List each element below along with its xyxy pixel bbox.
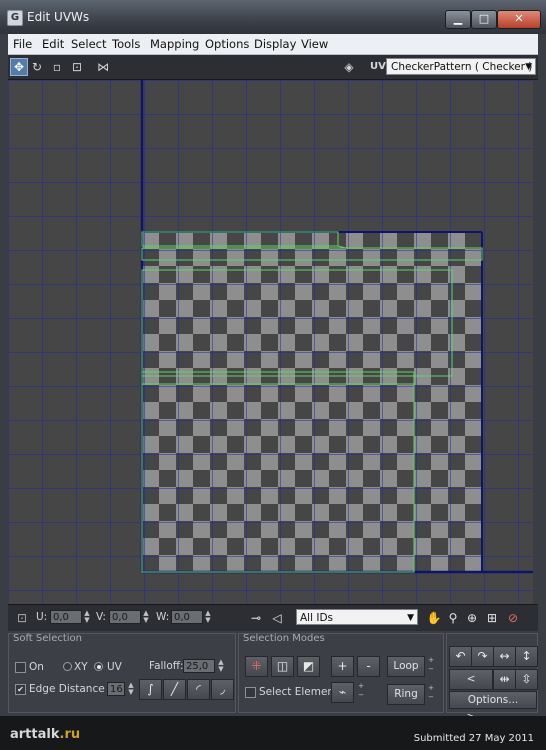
weld-vertical-icon[interactable]: ⇳	[515, 669, 538, 690]
falloff-smooth-icon[interactable]: ∫	[139, 679, 162, 700]
xy-radio[interactable]	[63, 662, 72, 671]
menu-edit[interactable]: Edit	[42, 37, 64, 51]
falloff-slow-out-icon[interactable]: ◜	[187, 679, 210, 700]
edge-distance-checkbox[interactable]: ✔	[15, 684, 26, 695]
texture-dropdown-value: CheckerPattern ( Checker )	[391, 61, 533, 73]
u-spinner[interactable]: ▲ ▼	[83, 610, 91, 624]
uv-canvas[interactable]	[8, 80, 533, 604]
w-spinner[interactable]: ▲ ▼	[204, 610, 212, 624]
uv-radio[interactable]	[94, 662, 103, 671]
texture-dropdown[interactable]: CheckerPattern ( Checker ) ▼	[386, 58, 536, 75]
rotate-ccw-icon[interactable]: ↶	[449, 646, 472, 667]
checker-map-icon[interactable]: ◈	[340, 58, 358, 76]
falloff-spinner[interactable]: ▲ ▼	[217, 659, 225, 673]
soft-selection-title: Soft Selection	[13, 633, 82, 644]
paint-size-spinner[interactable]: + −	[357, 682, 365, 701]
v-spinner[interactable]: ▲ ▼	[142, 610, 150, 624]
move-icon[interactable]: ✥	[10, 58, 28, 76]
paint-select-icon[interactable]: ⌁	[331, 682, 354, 703]
grow-selection-button[interactable]: +	[331, 656, 354, 677]
zoom-extents-icon[interactable]: ⊞	[484, 610, 500, 626]
submitted-date: Submitted 27 May 2011	[413, 733, 534, 744]
logo-text: arttalk	[10, 727, 60, 742]
rotate-cw-icon[interactable]: ↷	[471, 646, 494, 667]
menu-file[interactable]: File	[13, 37, 32, 51]
select-element-label: Select Element	[259, 686, 339, 698]
title-bar[interactable]: G Edit UVWs ▁ □ ✕	[0, 0, 546, 34]
chevron-down-icon: ▼	[525, 62, 532, 72]
soft-selection-panel: Soft Selection On XY UV Falloff: 25,0 ▲ ▼…	[8, 633, 236, 713]
u-field[interactable]: 0,0	[50, 610, 82, 624]
top-toolbar: ✥ ↻ ▫ ⊡ ⋈ ◈ UV CheckerPattern ( Checker …	[8, 55, 538, 80]
arttalk-logo: arttalk.ru	[10, 727, 80, 742]
pan-hand-icon[interactable]: ✋	[426, 610, 442, 626]
edit-uvws-window: G Edit UVWs ▁ □ ✕ File Edit Select Tools…	[0, 0, 546, 750]
uv-label: UV	[370, 61, 386, 72]
stitch-button[interactable]: < Stitch >	[449, 669, 493, 723]
vertex-mode-icon[interactable]: ⁜	[245, 656, 268, 677]
selection-modes-title: Selection Modes	[243, 633, 325, 644]
selection-modes-panel: Selection Modes ⁜ ◫ ◩ + - Loop + − Select…	[238, 633, 444, 713]
options-button[interactable]: Options...	[449, 691, 537, 709]
ring-button[interactable]: Ring	[387, 684, 425, 705]
ring-spinner[interactable]: + −	[427, 684, 435, 703]
loop-button[interactable]: Loop	[387, 656, 425, 677]
zoom-icon[interactable]: ⚲	[445, 610, 461, 626]
v-field[interactable]: 0,0	[109, 610, 141, 624]
falloff-linear-icon[interactable]: ╱	[163, 679, 186, 700]
bottom-bar: ⊡ U: 0,0 ▲ ▼ V: 0,0 ▲ ▼ W: 0,0 ▲ ▼ ⊸ ◁ All …	[8, 604, 538, 631]
snap-icon[interactable]: ⊘	[505, 610, 521, 626]
freeform-icon[interactable]: ⊡	[68, 58, 86, 76]
uv-editor-viewport[interactable]	[8, 80, 533, 604]
w-field[interactable]: 0,0	[171, 610, 203, 624]
rotate-icon[interactable]: ↻	[28, 58, 46, 76]
mirror-icon[interactable]: ⋈	[94, 58, 112, 76]
falloff-field[interactable]: 25,0	[183, 659, 215, 673]
menu-bar: File Edit Select Tools Mapping Options D…	[8, 34, 538, 55]
absolute-offset-icon[interactable]: ⊡	[14, 610, 30, 626]
menu-select[interactable]: Select	[71, 37, 106, 51]
edge-mode-icon[interactable]: ◫	[271, 656, 294, 677]
soft-selection-on-checkbox[interactable]	[15, 662, 26, 673]
select-element-checkbox[interactable]	[245, 687, 256, 698]
menu-options[interactable]: Options	[205, 37, 249, 51]
v-label: V:	[96, 611, 106, 623]
shrink-selection-button[interactable]: -	[357, 656, 380, 677]
window-title: Edit UVWs	[27, 10, 90, 24]
menu-display[interactable]: Display	[254, 37, 296, 51]
xy-label: XY	[74, 661, 88, 673]
footer: arttalk.ru Submitted 27 May 2011	[0, 716, 546, 750]
close-button[interactable]: ✕	[497, 10, 541, 29]
w-label: W:	[156, 611, 170, 623]
logo-suffix: .ru	[59, 727, 81, 742]
on-label: On	[29, 661, 44, 673]
falloff-fast-out-icon[interactable]: ◞	[211, 679, 234, 700]
edge-distance-label: Edge Distance	[29, 683, 105, 695]
menu-mapping[interactable]: Mapping	[150, 37, 199, 51]
zoom-region-icon[interactable]: ⊕	[464, 610, 480, 626]
face-mode-icon[interactable]: ◩	[297, 656, 320, 677]
filter-icon[interactable]: ◁	[269, 610, 285, 626]
edge-distance-spinner[interactable]: ▲ ▼	[127, 682, 135, 696]
chevron-down-icon: ▼	[407, 613, 414, 623]
edge-distance-field[interactable]: 16	[107, 682, 125, 696]
tools-panel: ↶ ↷ ↔ ↕ < Stitch > ⇹ ⇳ Options...	[446, 633, 538, 723]
grid-overlay	[8, 80, 533, 604]
uv-radio-label: UV	[107, 661, 122, 673]
falloff-label: Falloff:	[149, 660, 184, 672]
loop-spinner[interactable]: + −	[427, 656, 435, 675]
ids-dropdown[interactable]: All IDs ▼	[296, 609, 418, 625]
u-label: U:	[36, 611, 48, 623]
weld-horizontal-icon[interactable]: ⇹	[493, 669, 516, 690]
menu-view[interactable]: View	[301, 37, 328, 51]
lock-selection-icon[interactable]: ⊸	[248, 610, 264, 626]
app-icon: G	[7, 10, 23, 26]
maximize-button[interactable]: □	[471, 10, 497, 29]
menu-tools[interactable]: Tools	[112, 37, 140, 51]
ids-dropdown-value: All IDs	[300, 612, 334, 624]
minimize-button[interactable]: ▁	[445, 10, 471, 29]
mirror-vertical-icon[interactable]: ↕	[515, 646, 538, 667]
mirror-horizontal-icon[interactable]: ↔	[493, 646, 516, 667]
scale-icon[interactable]: ▫	[48, 58, 66, 76]
